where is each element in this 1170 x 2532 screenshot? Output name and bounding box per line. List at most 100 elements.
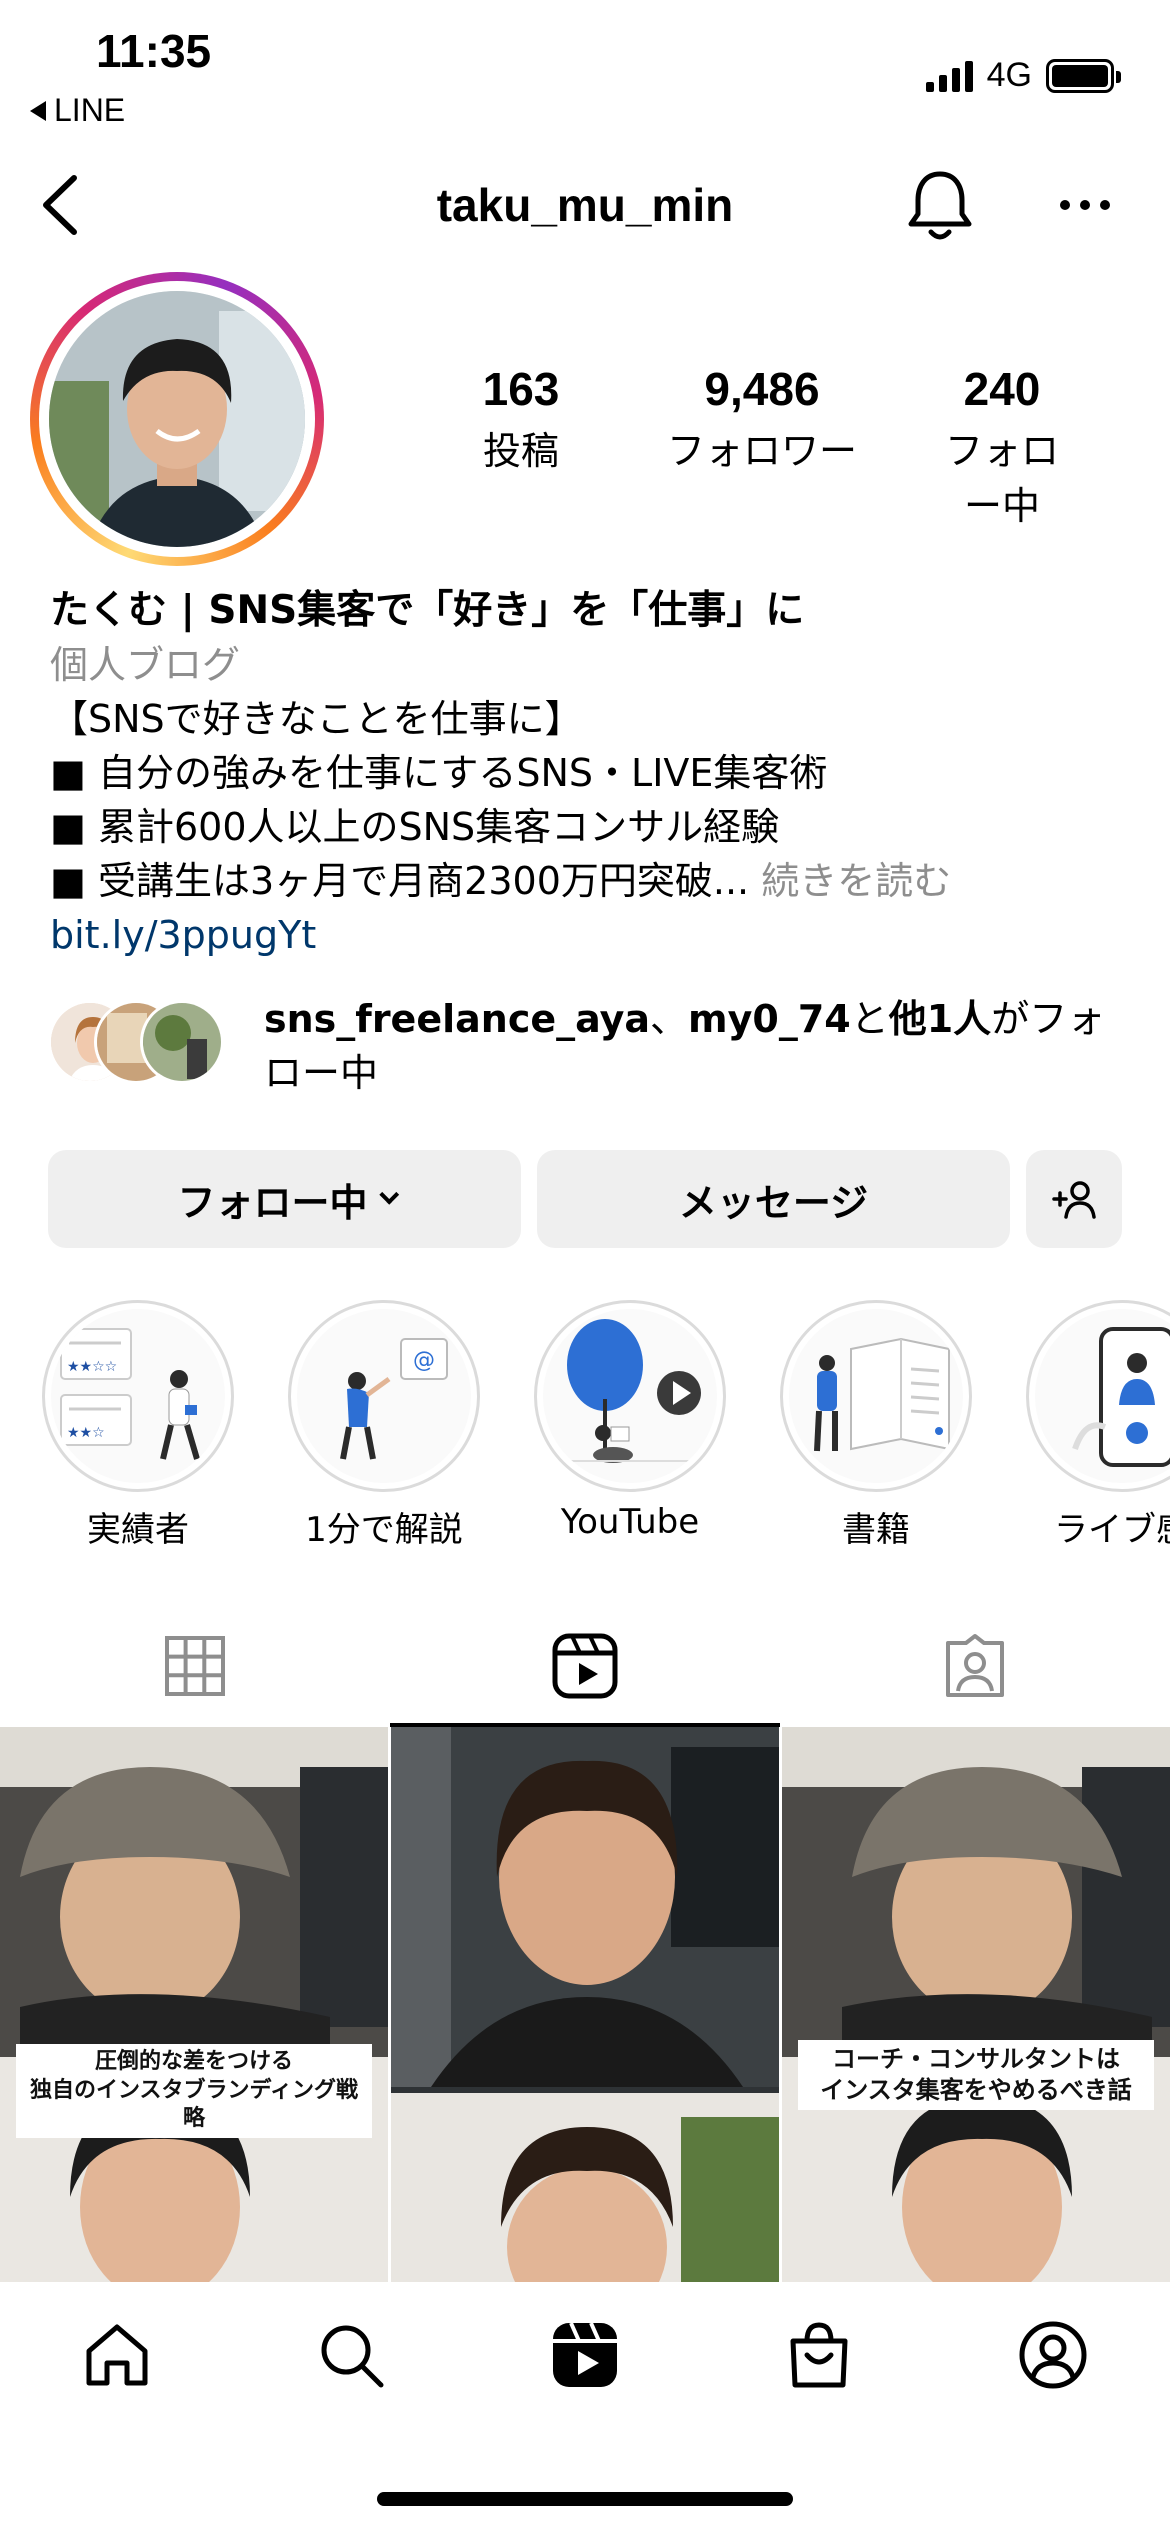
add-person-icon <box>1052 1181 1096 1219</box>
followed-by-text: sns_freelance_aya、my0_74と他1人がフォロー中 <box>264 992 1134 1100</box>
shop-icon <box>790 2322 848 2388</box>
battery-icon <box>1046 58 1121 93</box>
nav-profile[interactable] <box>1008 2310 1098 2400</box>
highlight-item[interactable]: @ 1分で解説 <box>286 1300 482 1551</box>
status-time: 11:35 <box>96 25 212 77</box>
status-bar: 11:35 LINE 4G <box>0 0 1170 140</box>
highlight-label: 1分で解説 <box>305 1510 463 1550</box>
bio-link[interactable]: bit.ly/3ppugYt <box>50 908 1130 962</box>
chevron-down-icon <box>378 1184 399 1205</box>
reels-icon <box>552 1633 618 1699</box>
caption-line: 独自のインスタブランディング戦略 <box>29 2077 359 2132</box>
home-icon <box>86 2324 148 2386</box>
svg-text:@: @ <box>413 1348 435 1373</box>
profile-actions: フォロー中 メッセージ <box>48 1150 1122 1248</box>
home-indicator[interactable] <box>377 2492 793 2506</box>
read-more-link[interactable]: 続きを読む <box>761 859 951 903</box>
bottom-navigation <box>0 2282 1170 2532</box>
back-app-label: LINE <box>54 92 126 128</box>
bio-line: ■ 累計600人以上のSNS集客コンサル経験 <box>50 805 780 849</box>
message-button[interactable]: メッセージ <box>537 1150 1010 1248</box>
tab-tagged[interactable] <box>780 1605 1170 1727</box>
highlight-label: 書籍 <box>842 1510 910 1550</box>
followers-count-label: フォロワー <box>666 429 858 473</box>
reel-caption: 圧倒的な差をつける 独自のインスタブランディング戦略 <box>16 2044 372 2138</box>
review-stars-illustration: ★★☆☆ ★★☆ <box>51 1309 225 1483</box>
profile-avatar[interactable] <box>30 272 324 566</box>
message-button-label: メッセージ <box>678 1180 869 1225</box>
back-triangle-icon <box>30 100 46 121</box>
bell-icon <box>908 171 972 240</box>
followers-count-value: 9,486 <box>704 363 820 415</box>
back-to-app-link[interactable]: LINE <box>30 92 125 129</box>
bio-line: 【SNSで好きなことを仕事に】 <box>50 697 583 741</box>
follower-username[interactable]: sns_freelance_aya <box>264 997 650 1041</box>
profile-category: 個人ブログ <box>50 643 241 687</box>
profile-username: taku_mu_min <box>436 179 734 231</box>
profile-bio: たくむ | SNS集客で「好き」を「仕事」に 個人ブログ 【SNSで好きなことを… <box>50 584 1130 962</box>
nav-reels[interactable] <box>540 2310 630 2400</box>
bio-line-last: ■ 受講生は3ヶ月で月商2300万円突破... 続きを読む <box>50 854 1130 908</box>
tagged-icon <box>946 1634 1004 1697</box>
following-count[interactable]: 240 フォロー中 <box>938 362 1066 530</box>
posts-count-value: 163 <box>482 363 560 415</box>
follower-others[interactable]: 他1人 <box>889 997 991 1041</box>
network-type: 4G <box>986 56 1032 94</box>
more-dots-icon <box>1060 200 1110 210</box>
bio-line: ■ 受講生は3ヶ月で月商2300万円突破... <box>50 859 750 903</box>
highlight-item[interactable]: ライブ感 <box>1024 1300 1170 1551</box>
tab-reels[interactable] <box>390 1605 780 1727</box>
tab-grid[interactable] <box>0 1605 390 1727</box>
followed-suffix: がフォ <box>991 997 1106 1041</box>
reel-caption: コーチ・コンサルタントは インスタ集客をやめるべき話 <box>798 2040 1154 2111</box>
highlight-item[interactable]: ★★☆☆ ★★☆ 実績者 <box>40 1300 236 1551</box>
nav-shop[interactable] <box>774 2310 864 2400</box>
following-count-value: 240 <box>963 363 1041 415</box>
highlight-item[interactable]: 書籍 <box>778 1300 974 1551</box>
nav-search[interactable] <box>306 2310 396 2400</box>
highlight-label: YouTube <box>560 1502 700 1542</box>
avatar-photo <box>49 291 305 547</box>
more-options-button[interactable] <box>1055 190 1115 220</box>
book-illustration <box>789 1309 963 1483</box>
followed-suffix-line2: ロー中 <box>264 1051 379 1095</box>
reels-grid: 圧倒的な差をつける 独自のインスタブランディング戦略 コーチ・コンサルタントは … <box>0 1727 1170 2282</box>
posts-count-label: 投稿 <box>482 429 559 473</box>
suggested-users-button[interactable] <box>1026 1150 1122 1248</box>
signal-icon <box>925 60 973 92</box>
highlight-label: 実績者 <box>87 1510 189 1550</box>
profile-display-name: たくむ | SNS集客で「好き」を「仕事」に <box>50 588 805 633</box>
bio-line: ■ 自分の強みを仕事にするSNS・LIVE集客術 <box>50 751 828 795</box>
svg-text:★★☆☆: ★★☆☆ <box>67 1359 117 1375</box>
followed-by[interactable]: sns_freelance_aya、my0_74と他1人がフォロー中 <box>48 992 1138 1102</box>
highlight-label: ライブ感 <box>1054 1510 1170 1550</box>
svg-text:★★☆: ★★☆ <box>67 1425 105 1441</box>
phone-live-illustration <box>1035 1309 1170 1483</box>
conjunction: と <box>850 997 889 1041</box>
following-button[interactable]: フォロー中 <box>48 1150 521 1248</box>
nav-home[interactable] <box>72 2310 162 2400</box>
tree-play-illustration <box>543 1309 717 1483</box>
profile-stats: 163 投稿 9,486 フォロワー 240 フォロー中 <box>440 362 1130 528</box>
posts-count[interactable]: 163 投稿 <box>483 362 560 475</box>
caption-line: 圧倒的な差をつける <box>94 2049 293 2074</box>
profile-header: taku_mu_min <box>0 160 1170 250</box>
caption-line: インスタ集客をやめるべき話 <box>820 2076 1132 2105</box>
notifications-button[interactable] <box>905 168 975 243</box>
profile-tabs <box>0 1605 1170 1727</box>
reel-thumbnail[interactable] <box>391 1727 779 2282</box>
highlight-item[interactable]: YouTube <box>532 1300 728 1542</box>
follower-avatar <box>140 1000 224 1084</box>
caption-line: コーチ・コンサルタントは <box>832 2045 1120 2073</box>
follower-username[interactable]: my0_74 <box>688 997 851 1041</box>
reels-icon <box>553 2322 617 2387</box>
reel-thumbnail[interactable]: 圧倒的な差をつける 独自のインスタブランディング戦略 <box>0 1727 388 2282</box>
email-illustration: @ <box>297 1309 471 1483</box>
separator: 、 <box>650 997 689 1041</box>
following-count-label: フォロー中 <box>944 429 1059 528</box>
followers-count[interactable]: 9,486 フォロワー <box>667 362 857 475</box>
story-highlights: ★★☆☆ ★★☆ 実績者 @ 1分で解説 YouTube 書籍 ライブ <box>0 1300 1170 1560</box>
status-indicators: 4G <box>925 56 1121 95</box>
search-icon <box>321 2325 384 2388</box>
reel-thumbnail[interactable]: コーチ・コンサルタントは インスタ集客をやめるべき話 <box>782 1727 1170 2282</box>
